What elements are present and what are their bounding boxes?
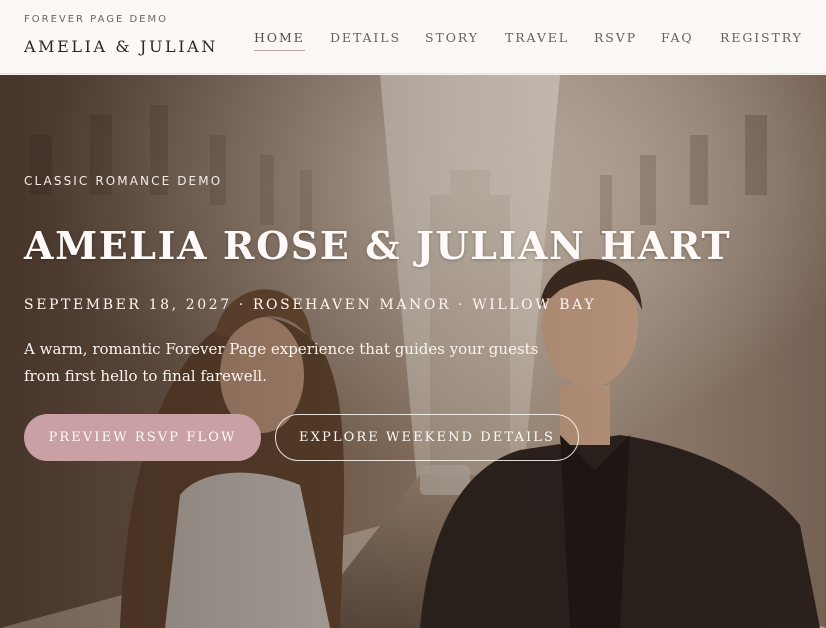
nav-rsvp[interactable]: RSVP (594, 30, 637, 45)
nav-travel[interactable]: TRAVEL (505, 30, 569, 45)
hero-title: AMELIA ROSE & JULIAN HART (24, 223, 732, 268)
preview-rsvp-button[interactable]: PREVIEW RSVP FLOW (24, 414, 261, 461)
site-header: FOREVER PAGE DEMO AMELIA & JULIAN HOME D… (0, 0, 826, 74)
nav-registry[interactable]: REGISTRY (720, 30, 803, 45)
nav-details[interactable]: DETAILS (330, 30, 401, 45)
hero-section: CLASSIC ROMANCE DEMO AMELIA ROSE & JULIA… (0, 75, 826, 628)
hero-eyebrow: CLASSIC ROMANCE DEMO (24, 174, 223, 188)
main-nav: HOME DETAILS STORY TRAVEL RSVP FAQ REGIS… (0, 30, 826, 51)
hero-date-location: SEPTEMBER 18, 2027 · ROSEHAVEN MANOR · W… (24, 297, 597, 313)
nav-home[interactable]: HOME (254, 30, 305, 51)
nav-story[interactable]: STORY (425, 30, 479, 45)
nav-faq[interactable]: FAQ (661, 30, 694, 45)
hero-description: A warm, romantic Forever Page experience… (24, 336, 544, 390)
explore-details-button[interactable]: EXPLORE WEEKEND DETAILS (275, 414, 579, 461)
hero-description-line-2: from first hello to final farewell. (24, 367, 267, 385)
brand-eyebrow: FOREVER PAGE DEMO (24, 14, 168, 25)
hero-description-line-1: A warm, romantic Forever Page experience… (24, 340, 539, 358)
